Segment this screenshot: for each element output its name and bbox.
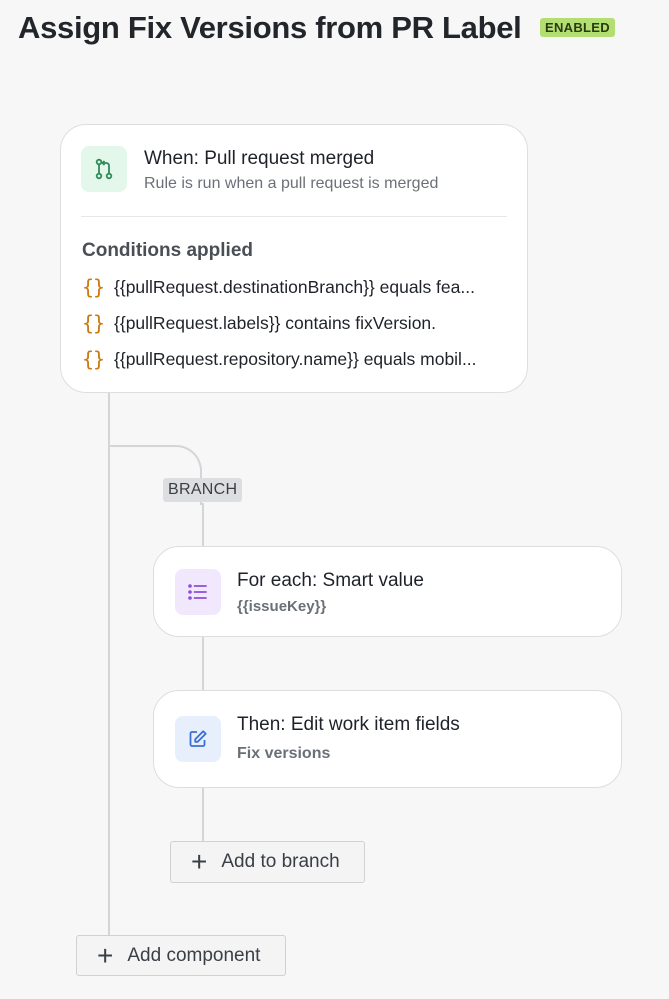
status-badge: ENABLED — [540, 18, 615, 37]
edit-action-card[interactable]: Then: Edit work item fields Fix versions — [153, 690, 622, 788]
smart-value-icon: {} — [82, 347, 105, 371]
add-to-branch-button[interactable]: + Add to branch — [170, 841, 365, 883]
add-component-label: Add component — [127, 944, 261, 966]
branch-line-1 — [202, 503, 204, 547]
condition-text: {{pullRequest.labels}} contains fixVersi… — [114, 312, 437, 333]
condition-text: {{pullRequest.repository.name}} equals m… — [114, 348, 477, 369]
for-each-value: {{issueKey}} — [237, 598, 327, 615]
condition-item[interactable]: {} {{pullRequest.labels}} contains fixVe… — [82, 311, 507, 335]
divider — [81, 216, 507, 217]
for-each-card[interactable]: For each: Smart value {{issueKey}} — [153, 546, 622, 637]
conditions-heading: Conditions applied — [82, 240, 253, 261]
plus-icon: + — [97, 939, 114, 971]
list-icon — [175, 569, 221, 615]
smart-value-icon: {} — [82, 311, 105, 335]
pull-request-icon — [81, 146, 127, 192]
action-title: Then: Edit work item fields — [237, 714, 460, 735]
edit-icon — [175, 716, 221, 762]
trigger-description: Rule is run when a pull request is merge… — [144, 175, 439, 192]
add-component-button[interactable]: + Add component — [76, 935, 286, 976]
page-title: Assign Fix Versions from PR Label — [18, 10, 522, 45]
for-each-title: For each: Smart value — [237, 570, 424, 591]
branch-line-2 — [202, 636, 204, 692]
plus-icon: + — [191, 846, 208, 877]
trigger-title: When: Pull request merged — [144, 148, 375, 169]
condition-item[interactable]: {} {{pullRequest.destinationBranch}} equ… — [82, 275, 507, 299]
condition-text: {{pullRequest.destinationBranch}} equals… — [114, 276, 475, 297]
branch-label: BRANCH — [163, 478, 243, 502]
condition-item[interactable]: {} {{pullRequest.repository.name}} equal… — [82, 347, 507, 371]
trigger-card[interactable]: When: Pull request merged Rule is run wh… — [60, 124, 528, 393]
branch-line-3 — [202, 787, 204, 842]
action-value: Fix versions — [237, 745, 331, 762]
add-to-branch-label: Add to branch — [221, 851, 340, 872]
smart-value-icon: {} — [82, 275, 105, 299]
